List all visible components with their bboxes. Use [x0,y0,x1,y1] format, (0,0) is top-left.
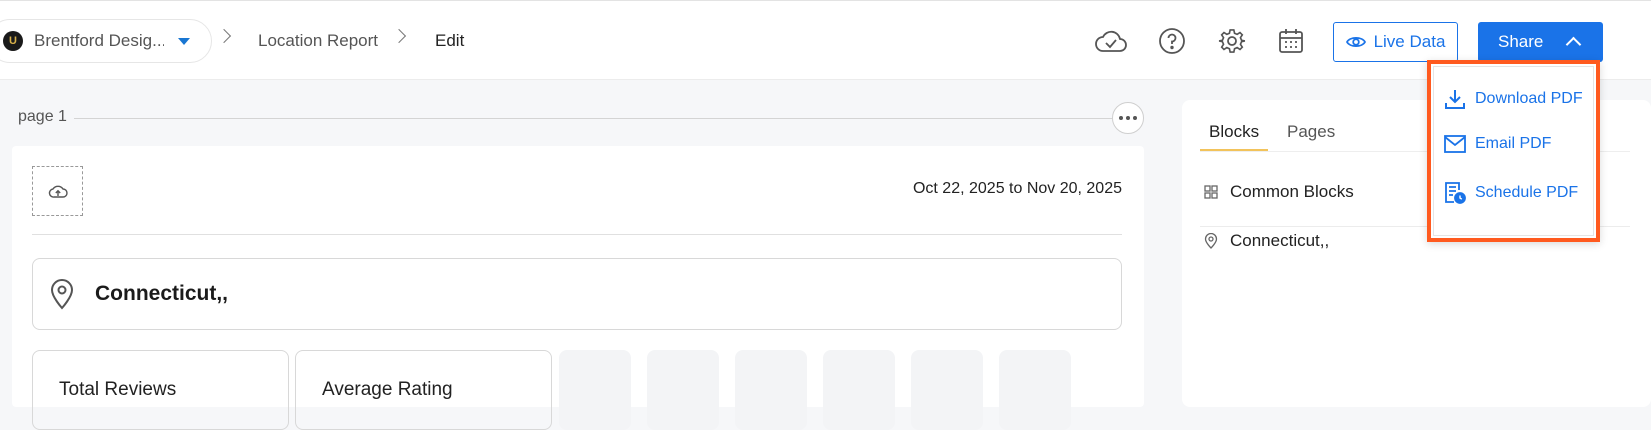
metric-card-total-reviews[interactable]: Total Reviews [32,350,289,430]
location-card[interactable]: Connecticut,, [32,258,1122,330]
panel-item-location[interactable]: Connecticut,, [1204,231,1329,251]
placeholder-card [911,350,983,430]
menu-item-schedule-pdf[interactable]: Schedule PDF [1444,181,1578,205]
workspace-selector[interactable]: U Brentford Desig... [0,19,212,63]
placeholder-card [823,350,895,430]
breadcrumb-location-report[interactable]: Location Report [258,31,378,51]
metric-label: Average Rating [322,379,453,400]
menu-item-email-pdf[interactable]: Email PDF [1444,135,1551,153]
cloud-upload-icon [48,185,68,198]
calendar-icon[interactable] [1273,23,1309,59]
menu-item-label: Download PDF [1475,90,1583,107]
metric-label: Total Reviews [59,379,177,400]
download-icon [1445,90,1465,109]
top-bar: U Brentford Desig... Location Report Edi… [0,0,1651,80]
location-pin-icon [1204,233,1218,249]
chevron-right-icon [216,28,232,44]
location-name: Connecticut,, [95,282,229,305]
live-data-button[interactable]: Live Data [1333,22,1458,62]
chevron-right-icon [391,28,407,44]
workspace-name: Brentford Desig... [34,31,164,50]
live-data-label: Live Data [1373,32,1446,51]
menu-item-label: Email PDF [1475,135,1552,152]
tab-blocks[interactable]: Blocks [1209,122,1259,150]
settings-icon[interactable] [1214,23,1250,59]
placeholder-card [647,350,719,430]
metric-card-average-rating[interactable]: Average Rating [295,350,552,430]
report-canvas: Oct 22, 2025 to Nov 20, 2025 Connecticut… [12,146,1144,430]
share-dropdown-menu: Download PDF Email PDF Schedule PDF [1427,60,1600,242]
placeholder-card [999,350,1071,430]
breadcrumb-edit: Edit [435,31,465,50]
help-icon[interactable] [1154,23,1190,59]
chevron-up-icon [1565,36,1582,53]
tab-pages[interactable]: Pages [1287,122,1335,150]
divider [32,234,1122,235]
placeholder-card [735,350,807,430]
share-button[interactable]: Share [1478,22,1603,62]
eye-icon [1345,36,1366,48]
panel-item-label: Connecticut,, [1230,231,1330,250]
logo-upload-box[interactable] [32,166,83,216]
workspace-logo: U [3,31,23,51]
active-tab-indicator [1200,149,1268,151]
share-label: Share [1498,32,1544,51]
panel-item-label: Common Blocks [1230,182,1354,201]
mail-icon [1444,135,1466,153]
page-divider [74,118,1112,119]
panel-item-common-blocks[interactable]: Common Blocks [1204,182,1354,202]
location-pin-icon [50,279,74,310]
caret-down-icon [178,37,190,45]
menu-item-label: Schedule PDF [1475,184,1579,201]
menu-item-download-pdf[interactable]: Download PDF [1444,88,1583,110]
date-range[interactable]: Oct 22, 2025 to Nov 20, 2025 [913,180,1122,198]
grid-icon [1204,185,1218,199]
cloud-check-icon[interactable] [1093,23,1129,59]
page-more-button[interactable] [1112,102,1144,134]
placeholder-card [559,350,631,430]
schedule-icon [1445,182,1466,204]
page-label: page 1 [18,108,67,125]
